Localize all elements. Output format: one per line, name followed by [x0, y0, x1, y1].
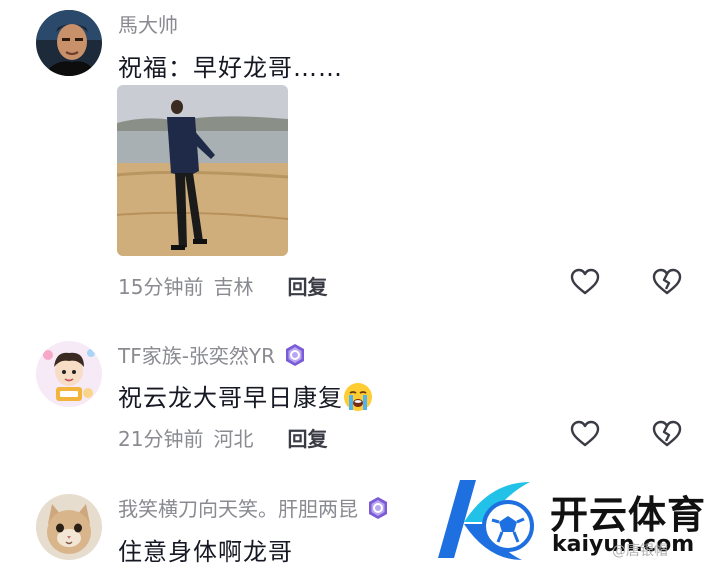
comment-text: 住意身体啊龙哥: [118, 538, 293, 566]
username-text: TF家族-张奕然YR: [118, 344, 276, 368]
kaiyun-logo-icon: [438, 480, 534, 560]
comment-location: 吉林: [213, 275, 254, 299]
username-text: 馬大帅: [118, 13, 178, 37]
username-text: 我笑横刀向天笑。肝胆两昆: [118, 497, 358, 521]
comment-text: 祝福：早好龙哥……: [118, 54, 343, 82]
verified-badge-icon: [369, 496, 387, 519]
broken-heart-icon[interactable]: [652, 268, 682, 296]
reply-button[interactable]: 回复: [287, 271, 327, 300]
comment-time: 15分钟前: [118, 275, 204, 299]
watermark: 开云体育 kaiyun.com @唐银帽: [430, 470, 720, 577]
heart-outline-icon[interactable]: [570, 420, 600, 448]
comment-meta: 21分钟前 河北 回复: [118, 423, 327, 452]
avatar[interactable]: [36, 494, 102, 560]
reply-button[interactable]: 回复: [287, 423, 327, 452]
comment-text: 祝云龙大哥早日康复: [118, 378, 373, 413]
comment-location: 河北: [213, 427, 254, 451]
comment-photo[interactable]: [117, 85, 288, 256]
username[interactable]: TF家族-张奕然YR: [118, 340, 307, 369]
avatar[interactable]: [36, 10, 102, 76]
comment-text-content: 祝云龙大哥早日康复: [118, 384, 343, 412]
verified-badge-icon: [286, 343, 305, 366]
heart-outline-icon[interactable]: [570, 268, 600, 296]
avatar[interactable]: [36, 341, 102, 407]
comment-meta: 15分钟前 吉林 回复: [118, 271, 327, 300]
comment-time: 21分钟前: [118, 427, 204, 451]
watermark-handle: @唐银帽: [612, 543, 668, 559]
username[interactable]: 我笑横刀向天笑。肝胆两昆: [118, 493, 390, 522]
loudly-crying-face-icon: [344, 383, 372, 411]
username[interactable]: 馬大帅: [118, 9, 178, 38]
watermark-title: 开云体育: [550, 493, 707, 537]
broken-heart-icon[interactable]: [652, 420, 682, 448]
